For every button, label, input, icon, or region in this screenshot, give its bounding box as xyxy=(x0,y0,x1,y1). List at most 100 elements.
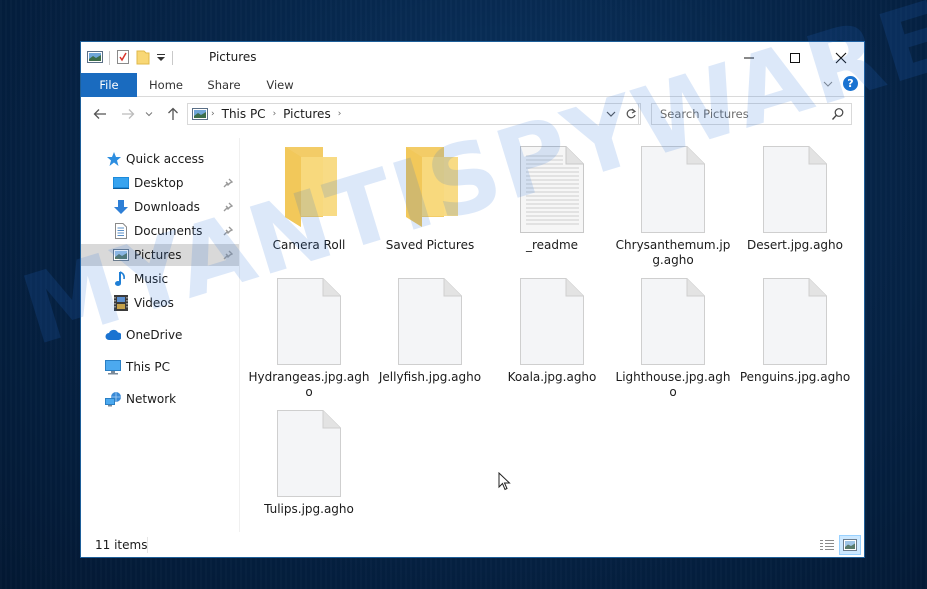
breadcrumb-this-pc[interactable]: This PC xyxy=(222,107,266,121)
file-item-encrypted[interactable]: Desert.jpg.agho xyxy=(734,144,856,253)
download-icon xyxy=(113,199,129,215)
nav-label: Pictures xyxy=(134,248,182,262)
file-item-text[interactable]: _readme xyxy=(491,144,613,253)
file-item-encrypted[interactable]: Lighthouse.jpg.agho xyxy=(612,276,734,400)
expand-ribbon-button[interactable] xyxy=(823,77,833,91)
maximize-button[interactable] xyxy=(772,42,818,73)
breadcrumb-chevron-icon[interactable]: › xyxy=(338,109,342,119)
minimize-button[interactable] xyxy=(726,42,772,73)
file-name: _readme xyxy=(525,238,579,252)
arrow-left-icon xyxy=(93,109,106,119)
cloud-icon xyxy=(105,327,121,343)
large-icons-view-button[interactable] xyxy=(839,535,861,555)
music-icon xyxy=(113,271,129,287)
file-name: Saved Pictures xyxy=(385,238,475,252)
breadcrumb-chevron-icon[interactable]: › xyxy=(211,109,215,119)
folder-icon xyxy=(369,144,491,234)
file-item-folder[interactable]: Camera Roll xyxy=(248,144,370,253)
blank-file-icon xyxy=(734,144,856,234)
file-name: Koala.jpg.agho xyxy=(507,370,597,384)
back-button[interactable] xyxy=(91,105,109,123)
file-list: Camera Roll Saved Pictures _readme Chrys… xyxy=(241,138,864,532)
large-icons-view-icon xyxy=(843,539,857,551)
file-item-encrypted[interactable]: Hydrangeas.jpg.agho xyxy=(248,276,370,400)
file-name: Camera Roll xyxy=(272,238,346,252)
maximize-icon xyxy=(790,52,800,63)
search-box[interactable] xyxy=(651,103,852,125)
status-bar: 11 items xyxy=(81,533,864,557)
computer-icon xyxy=(105,359,121,375)
file-name: Lighthouse.jpg.agho xyxy=(615,370,731,399)
refresh-button[interactable] xyxy=(621,103,641,125)
nav-onedrive[interactable]: OneDrive xyxy=(81,324,239,346)
up-button[interactable] xyxy=(164,105,182,123)
nav-label: Music xyxy=(134,272,169,286)
tab-file[interactable]: File xyxy=(81,73,137,97)
address-bar[interactable]: › This PC › Pictures › xyxy=(187,103,639,125)
file-item-folder[interactable]: Saved Pictures xyxy=(369,144,491,253)
nav-network[interactable]: Network xyxy=(81,388,239,410)
file-name: Chrysanthemum.jpg.agho xyxy=(615,238,731,267)
arrow-right-icon xyxy=(122,109,135,119)
mouse-cursor-icon xyxy=(498,472,511,491)
nav-documents[interactable]: Documents xyxy=(81,220,239,242)
nav-music[interactable]: Music xyxy=(81,268,239,290)
nav-label: This PC xyxy=(126,360,170,374)
details-view-icon xyxy=(820,540,834,550)
nav-desktop[interactable]: Desktop xyxy=(81,172,239,194)
recent-locations-button[interactable] xyxy=(143,105,155,123)
nav-label: Quick access xyxy=(126,152,205,166)
nav-label: Downloads xyxy=(134,200,200,214)
item-count: 11 items xyxy=(95,538,148,552)
folder-icon xyxy=(248,144,370,234)
blank-file-icon xyxy=(248,276,370,366)
pane-splitter[interactable] xyxy=(239,138,240,532)
pin-icon[interactable] xyxy=(223,249,234,263)
new-folder-icon[interactable] xyxy=(136,49,150,68)
nav-videos[interactable]: Videos xyxy=(81,292,239,314)
nav-downloads[interactable]: Downloads xyxy=(81,196,239,218)
file-item-encrypted[interactable]: Jellyfish.jpg.agho xyxy=(369,276,491,385)
blank-file-icon xyxy=(734,276,856,366)
nav-label: Videos xyxy=(134,296,174,310)
nav-this-pc[interactable]: This PC xyxy=(81,356,239,378)
customize-toolbar-icon[interactable] xyxy=(156,51,166,65)
forward-button[interactable] xyxy=(119,105,137,123)
separator xyxy=(109,51,110,65)
chevron-down-icon xyxy=(823,81,833,87)
close-button[interactable] xyxy=(818,42,864,73)
pin-icon[interactable] xyxy=(223,201,234,215)
file-item-encrypted[interactable]: Chrysanthemum.jpg.agho xyxy=(612,144,734,268)
address-history-button[interactable] xyxy=(604,107,618,121)
pin-icon[interactable] xyxy=(223,225,234,239)
text-file-icon xyxy=(491,144,613,234)
nav-label: OneDrive xyxy=(126,328,183,342)
nav-pictures[interactable]: Pictures xyxy=(81,244,239,266)
pictures-location-icon xyxy=(192,107,208,121)
search-icon[interactable] xyxy=(831,107,845,124)
window-icon[interactable] xyxy=(87,50,103,67)
nav-label: Documents xyxy=(134,224,203,238)
blank-file-icon xyxy=(369,276,491,366)
tab-share[interactable]: Share xyxy=(197,73,251,97)
search-input[interactable] xyxy=(660,107,830,121)
breadcrumb-chevron-icon[interactable]: › xyxy=(273,109,277,119)
file-item-encrypted[interactable]: Penguins.jpg.agho xyxy=(734,276,856,385)
tab-view[interactable]: View xyxy=(253,73,307,97)
blank-file-icon xyxy=(491,276,613,366)
nav-quick-access[interactable]: Quick access xyxy=(81,148,239,170)
details-view-button[interactable] xyxy=(816,535,838,555)
help-icon: ? xyxy=(847,77,854,90)
tab-home[interactable]: Home xyxy=(139,73,193,97)
file-name: Hydrangeas.jpg.agho xyxy=(248,370,370,399)
navigation-bar: › This PC › Pictures › xyxy=(81,98,864,130)
file-item-encrypted[interactable]: Koala.jpg.agho xyxy=(491,276,613,385)
file-item-encrypted[interactable]: Tulips.jpg.agho xyxy=(248,408,370,517)
ribbon-tabs: File Home Share View ? xyxy=(81,73,864,97)
pin-icon[interactable] xyxy=(223,177,234,191)
file-explorer-window: Pictures File Home Share View ? › This P… xyxy=(80,41,865,558)
star-icon xyxy=(106,151,122,167)
help-button[interactable]: ? xyxy=(843,76,858,91)
properties-icon[interactable] xyxy=(116,49,130,68)
breadcrumb-pictures[interactable]: Pictures xyxy=(283,107,331,121)
